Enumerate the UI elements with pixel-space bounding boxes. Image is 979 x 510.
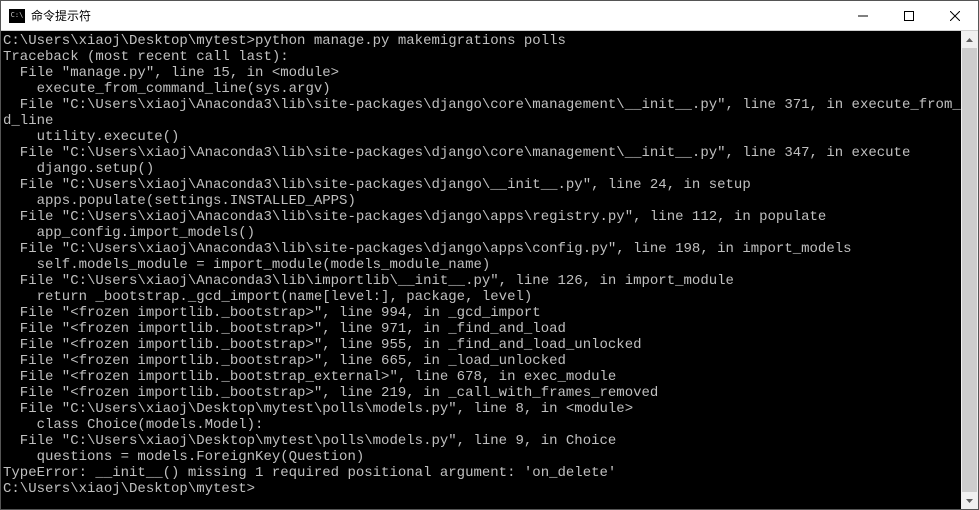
caret-up-icon: [966, 38, 973, 42]
close-icon: [950, 11, 960, 21]
maximize-icon: [904, 11, 914, 21]
scrollbar-thumb[interactable]: [962, 48, 977, 493]
terminal-line: C:\Users\xiaoj\Desktop\mytest>: [3, 481, 961, 497]
window-title: 命令提示符: [31, 7, 840, 24]
scroll-up-button[interactable]: [961, 31, 978, 48]
terminal-line: questions = models.ForeignKey(Question): [3, 449, 961, 465]
terminal-line: return _bootstrap._gcd_import(name[level…: [3, 289, 961, 305]
terminal-line: File "C:\Users\xiaoj\Desktop\mytest\poll…: [3, 401, 961, 417]
terminal-line: self.models_module = import_module(model…: [3, 257, 961, 273]
terminal-line: File "C:\Users\xiaoj\Anaconda3\lib\site-…: [3, 145, 961, 161]
client-area: C:\Users\xiaoj\Desktop\mytest>python man…: [1, 31, 978, 509]
terminal-line: File "C:\Users\xiaoj\Anaconda3\lib\site-…: [3, 241, 961, 257]
minimize-icon: [858, 11, 868, 21]
terminal-line: File "C:\Users\xiaoj\Anaconda3\lib\site-…: [3, 209, 961, 225]
terminal-line: utility.execute(): [3, 129, 961, 145]
terminal-line: TypeError: __init__() missing 1 required…: [3, 465, 961, 481]
terminal-line: File "<frozen importlib._bootstrap>", li…: [3, 321, 961, 337]
terminal-line: File "C:\Users\xiaoj\Desktop\mytest\poll…: [3, 433, 961, 449]
terminal-line: File "C:\Users\xiaoj\Anaconda3\lib\site-…: [3, 177, 961, 193]
terminal-line: File "<frozen importlib._bootstrap>", li…: [3, 385, 961, 401]
command-prompt-window: 命令提示符 C:\Users\xiaoj\Desktop\mytest>pyth…: [0, 0, 979, 510]
close-button[interactable]: [932, 1, 978, 30]
terminal-line: app_config.import_models(): [3, 225, 961, 241]
window-controls: [840, 1, 978, 30]
terminal-line: File "<frozen importlib._bootstrap_exter…: [3, 369, 961, 385]
cmd-icon: [9, 9, 25, 23]
terminal-line: File "<frozen importlib._bootstrap>", li…: [3, 353, 961, 369]
terminal-output[interactable]: C:\Users\xiaoj\Desktop\mytest>python man…: [1, 31, 961, 509]
terminal-line: File "manage.py", line 15, in <module>: [3, 65, 961, 81]
caret-down-icon: [966, 499, 973, 503]
scroll-down-button[interactable]: [961, 492, 978, 509]
terminal-line: File "C:\Users\xiaoj\Anaconda3\lib\site-…: [3, 97, 961, 113]
terminal-line: class Choice(models.Model):: [3, 417, 961, 433]
titlebar[interactable]: 命令提示符: [1, 1, 978, 31]
terminal-line: Traceback (most recent call last):: [3, 49, 961, 65]
terminal-line: execute_from_command_line(sys.argv): [3, 81, 961, 97]
terminal-line: apps.populate(settings.INSTALLED_APPS): [3, 193, 961, 209]
maximize-button[interactable]: [886, 1, 932, 30]
terminal-line: d_line: [3, 113, 961, 129]
terminal-line: django.setup(): [3, 161, 961, 177]
terminal-line: File "C:\Users\xiaoj\Anaconda3\lib\impor…: [3, 273, 961, 289]
minimize-button[interactable]: [840, 1, 886, 30]
terminal-line: File "<frozen importlib._bootstrap>", li…: [3, 305, 961, 321]
terminal-line: C:\Users\xiaoj\Desktop\mytest>python man…: [3, 33, 961, 49]
terminal-line: File "<frozen importlib._bootstrap>", li…: [3, 337, 961, 353]
vertical-scrollbar[interactable]: [961, 31, 978, 509]
